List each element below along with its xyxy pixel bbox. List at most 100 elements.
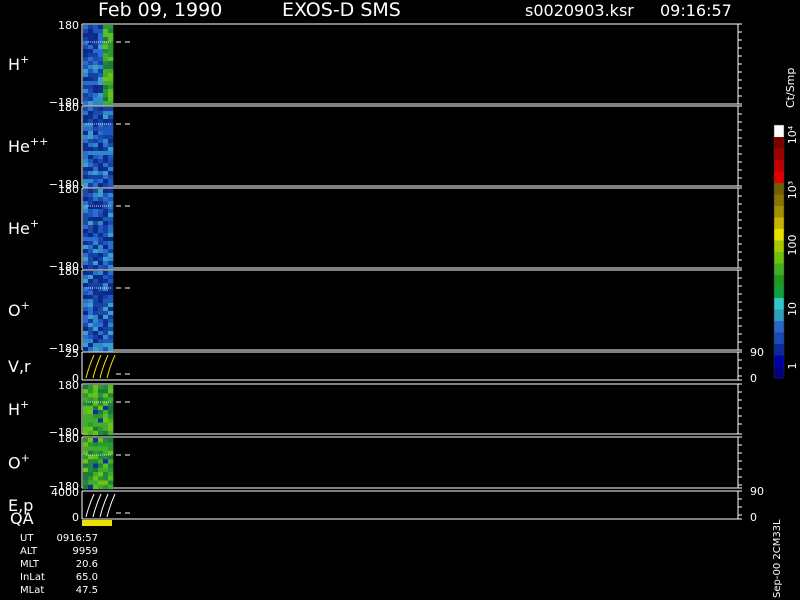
spectrogram-cell xyxy=(103,85,109,90)
spectrogram-cell xyxy=(103,33,109,38)
spectrogram-cell xyxy=(98,397,104,402)
spectrogram-cell xyxy=(103,233,109,238)
spectrogram-cell xyxy=(108,217,114,222)
spectrogram-cell xyxy=(98,81,104,86)
spectrogram-cell xyxy=(88,77,94,82)
spectrogram-cell xyxy=(103,405,109,411)
spectrogram-cell xyxy=(108,335,114,340)
spectrogram-cell xyxy=(83,123,89,128)
spectrogram-cell xyxy=(88,347,94,352)
spectrogram-cell xyxy=(103,385,109,390)
spectrogram-cell xyxy=(103,139,109,144)
spectrogram-cell xyxy=(88,101,94,106)
spectrogram-cell xyxy=(103,430,109,436)
spectrogram-cell xyxy=(83,339,89,344)
panel-label: H+ xyxy=(8,398,29,419)
colorbar-segment xyxy=(774,297,784,310)
qa-bar xyxy=(82,520,112,526)
spectrogram-cell xyxy=(83,127,89,132)
spectrogram-cell xyxy=(98,151,104,156)
spectrogram-cell xyxy=(83,331,89,336)
spectrogram-cell xyxy=(98,189,104,194)
spectrogram-cell xyxy=(103,93,109,98)
spectrogram-cell xyxy=(88,410,94,415)
spectrogram-cell xyxy=(108,414,114,419)
spectrogram-cell xyxy=(83,327,89,332)
spectrogram-cell xyxy=(103,291,109,296)
spectrogram-cell xyxy=(93,93,99,98)
spectrogram-cell xyxy=(83,147,89,152)
spectrogram-cell xyxy=(83,49,89,54)
spectrogram-cell xyxy=(98,472,104,477)
spectrogram-cell xyxy=(88,253,94,258)
spectrogram-cell xyxy=(88,115,94,120)
spectrogram-cell xyxy=(93,426,99,432)
spectrogram-cell xyxy=(98,85,104,90)
spectrogram-cell xyxy=(103,57,109,62)
spectrogram-cell xyxy=(83,81,89,86)
spectrogram-cell xyxy=(103,143,109,148)
spectrogram-cell xyxy=(88,315,94,320)
spectrogram-cell xyxy=(98,261,104,266)
spectrogram-cell xyxy=(93,315,99,320)
colorbar-segment xyxy=(774,228,784,241)
spectrogram-cell xyxy=(103,343,109,348)
spectrogram-cell xyxy=(103,229,109,234)
y-tick-label: 4000 xyxy=(51,486,79,499)
spectrogram-cell xyxy=(93,143,99,148)
spectrogram-cell xyxy=(108,459,114,464)
spectrogram-cell xyxy=(83,61,89,66)
colorbar-tick-label: 10 xyxy=(786,302,799,316)
info-value: 0916:57 xyxy=(56,533,98,544)
spectrogram-cell xyxy=(103,393,109,398)
spectrogram-cell xyxy=(93,389,99,394)
spectrogram-cell xyxy=(98,291,104,296)
ephemeris-info: UT 0916:57 ALT 9959 MLT 20.6 InLat 65.0 MLat 47.5 xyxy=(20,533,98,596)
spectrogram-cell xyxy=(83,467,89,473)
spectrogram-cell xyxy=(83,69,89,74)
spectrogram-cell xyxy=(108,209,114,214)
data-file-name: s0020903.ksr xyxy=(525,1,634,20)
spectrogram-cell xyxy=(103,335,109,340)
spectrogram-cell xyxy=(88,307,94,312)
spectrogram-cell xyxy=(98,147,104,152)
spectrogram-cell xyxy=(83,426,89,432)
spectrogram-cell xyxy=(108,430,114,436)
spectrogram-cell xyxy=(103,107,109,112)
spectrogram-cell xyxy=(98,283,104,288)
spectrogram-cell xyxy=(98,111,104,116)
spectrogram-cell xyxy=(108,265,114,270)
spectrogram-cell xyxy=(98,201,104,206)
spectrogram-cell xyxy=(83,446,89,451)
spectrogram-cell xyxy=(108,69,114,74)
spectrogram-cell xyxy=(88,275,94,280)
data-line xyxy=(92,354,102,379)
spectrogram-cell xyxy=(103,175,109,180)
spectrogram-cell xyxy=(103,163,109,168)
spectrogram-cell xyxy=(103,49,109,54)
spectrogram-cell xyxy=(103,249,109,254)
spectrogram-cell xyxy=(83,93,89,98)
spectrogram-cell xyxy=(98,179,104,184)
spectrogram-cell xyxy=(98,89,104,94)
spectrogram-cell xyxy=(83,217,89,222)
spectrogram-cell xyxy=(103,299,109,304)
spectrogram-cell xyxy=(93,265,99,270)
spectrogram-cell xyxy=(108,111,114,116)
spectrogram-cell xyxy=(83,111,89,116)
colorbar-segment xyxy=(774,366,784,379)
spectrogram-cell xyxy=(103,167,109,172)
spectrogram-cell xyxy=(98,459,104,464)
spectrogram-cell xyxy=(103,303,109,308)
spectrogram-cell xyxy=(103,287,109,292)
spectrogram-cell xyxy=(83,480,89,485)
spectrogram-cell xyxy=(103,65,109,70)
spectrogram-cell xyxy=(103,201,109,206)
panel-label: He+ xyxy=(8,217,39,238)
spectrogram-cell xyxy=(83,101,89,106)
spectrogram-cell xyxy=(108,480,114,485)
spectrogram-cell xyxy=(108,249,114,254)
spectrogram-cell xyxy=(93,480,99,485)
spectrogram-cell xyxy=(108,319,114,324)
spectrogram-cell xyxy=(93,393,99,398)
